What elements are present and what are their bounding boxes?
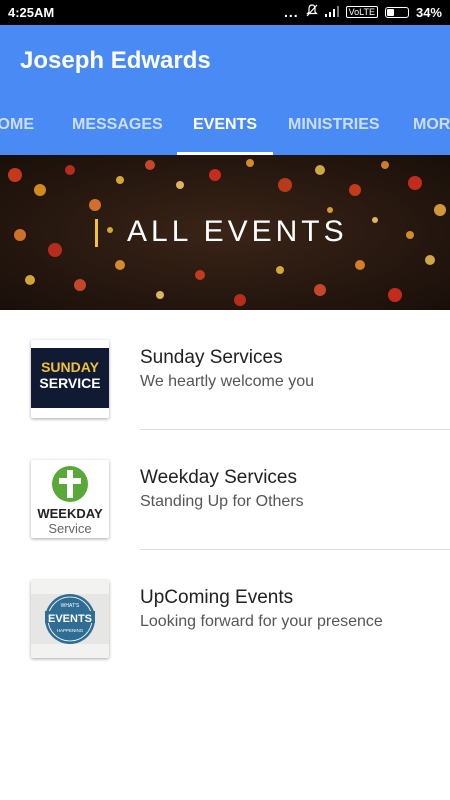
hero-banner: ALL EVENTS	[0, 155, 450, 310]
list-item-weekday-services[interactable]: WEEKDAY Service Weekday Services Standin…	[0, 430, 450, 550]
event-title: UpComing Events	[140, 587, 294, 608]
status-time: 4:25AM	[8, 5, 55, 20]
status-icons: ... VoLTE 34%	[284, 4, 442, 20]
sunday-service-thumbnail: SUNDAY SERVICE	[31, 340, 109, 418]
tab-ministries[interactable]: MINISTRIES	[288, 116, 380, 134]
weekday-service-thumbnail: WEEKDAY Service	[31, 460, 109, 538]
heading-accent-bar	[95, 219, 98, 247]
tab-events[interactable]: EVENTS	[193, 116, 257, 134]
tab-more[interactable]: MOR	[413, 116, 450, 134]
tab-bar[interactable]: COME MESSAGES EVENTS MINISTRIES MOR	[0, 110, 450, 155]
app-title: Joseph Edwards	[20, 47, 211, 74]
event-title: Weekday Services	[140, 467, 297, 488]
event-subtitle: We heartly welcome you	[140, 373, 314, 390]
tab-messages[interactable]: MESSAGES	[72, 116, 163, 134]
status-bar: 4:25AM ... VoLTE 34%	[0, 0, 450, 25]
battery-percent: 34%	[415, 4, 442, 20]
thumb-service-text: SERVICE	[39, 375, 100, 391]
app-bar: Joseph Edwards COME MESSAGES EVENTS MINI…	[0, 25, 450, 155]
battery-icon	[384, 6, 409, 18]
thumb-service-text: Service	[48, 521, 91, 536]
list-item-upcoming-events[interactable]: WHAT'S EVENTS HAPPENING UpComing Events …	[0, 550, 450, 670]
volte-badge: VoLTE	[345, 6, 378, 18]
tab-welcome[interactable]: COME	[0, 116, 34, 134]
event-subtitle: Standing Up for Others	[140, 493, 304, 510]
event-subtitle: Looking forward for your presence	[140, 613, 383, 630]
thumb-whats-text: WHAT'S	[61, 603, 80, 609]
list-item-sunday-services[interactable]: SUNDAY SERVICE Sunday Services We heartl…	[0, 310, 450, 430]
thumb-sunday-text: SUNDAY	[41, 359, 99, 375]
muted-bell-icon	[305, 4, 318, 20]
more-notifications-icon: ...	[283, 4, 299, 20]
upcoming-events-thumbnail: WHAT'S EVENTS HAPPENING	[31, 580, 109, 658]
hero-heading: ALL EVENTS	[127, 215, 348, 248]
thumb-happening-text: HAPPENING	[57, 628, 84, 633]
signal-icon	[324, 5, 339, 20]
event-title: Sunday Services	[140, 347, 283, 368]
thumb-events-text: EVENTS	[48, 613, 92, 625]
thumb-weekday-text: WEEKDAY	[37, 506, 103, 521]
